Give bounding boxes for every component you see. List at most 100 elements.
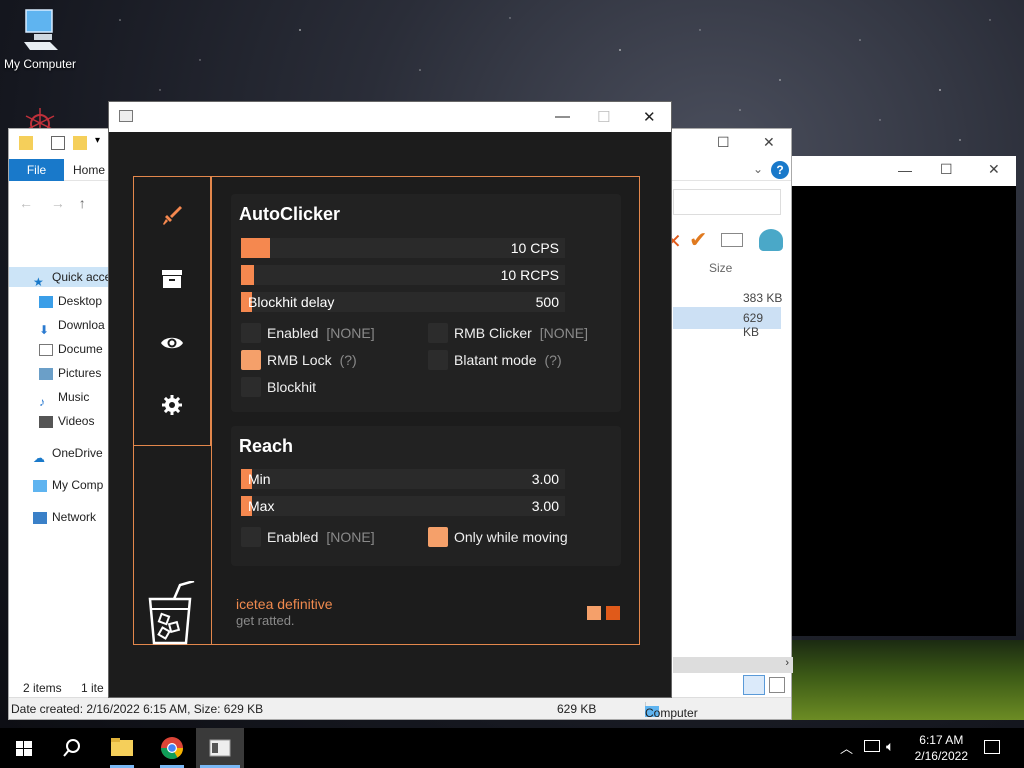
desktop-icon-label: My Computer [3, 57, 77, 71]
up-icon[interactable]: ↑ [79, 195, 86, 211]
minimize-icon[interactable]: — [898, 162, 912, 178]
properties-icon[interactable] [51, 136, 65, 150]
gear-icon[interactable] [160, 393, 184, 417]
close-icon[interactable]: ✕ [988, 161, 1000, 178]
chevron-down-icon[interactable]: ▾ [95, 135, 100, 146]
accent-swatch-dark[interactable] [606, 606, 620, 620]
nav-item-music[interactable]: ♪ Music [39, 387, 89, 409]
nav-item-downloads[interactable]: ⬇ Downloa [39, 315, 105, 337]
icetea-window: — ☐ ✕ AutoClicker 10 CPS 10 RCPS Blockhi… [108, 101, 672, 698]
checkbox-box[interactable] [241, 527, 261, 547]
search-icon [63, 739, 80, 757]
autoclicker-panel: AutoClicker 10 CPS 10 RCPS Blockhit dela… [231, 194, 621, 412]
shell-icon[interactable] [759, 229, 783, 251]
taskbar-file-explorer[interactable] [98, 728, 146, 768]
notifications-icon[interactable] [984, 740, 1000, 754]
tab-home[interactable]: Home [73, 159, 105, 181]
search-input[interactable] [673, 189, 781, 215]
close-icon[interactable]: ✕ [763, 134, 775, 151]
archive-icon[interactable] [160, 267, 184, 291]
keybind-label[interactable]: [NONE] [540, 325, 588, 341]
close-icon[interactable]: ✕ [643, 108, 656, 126]
music-icon: ♪ [39, 394, 45, 409]
checkbox-box[interactable] [428, 323, 448, 343]
accent-swatch-light[interactable] [587, 606, 601, 620]
chevron-right-icon[interactable]: › [785, 657, 789, 669]
taskbar-chrome[interactable] [148, 728, 196, 768]
sword-icon[interactable] [160, 203, 184, 227]
network-icon [33, 511, 47, 524]
desktop-icon [39, 295, 53, 308]
nav-item-desktop[interactable]: Desktop [39, 291, 102, 311]
cps-slider[interactable]: 10 CPS [241, 238, 565, 258]
option-label: Enabled [267, 325, 319, 341]
details-view-icon[interactable] [743, 675, 765, 695]
checkbox-box[interactable] [241, 377, 261, 397]
slider-value: 3.00 [531, 498, 559, 514]
desktop-icon-my-computer[interactable]: My Computer [2, 8, 78, 71]
forward-icon[interactable]: → [51, 195, 65, 211]
footer-title: icetea definitive [236, 596, 333, 612]
nav-item-quick-access[interactable]: ★ Quick acce [9, 267, 119, 289]
status-selected: 1 ite [81, 681, 104, 695]
keybind-label[interactable]: [NONE] [326, 529, 374, 545]
checkbox-box[interactable] [241, 323, 261, 343]
maximize-icon: ☐ [597, 109, 611, 126]
search-button[interactable] [48, 728, 96, 768]
blockhit-delay-slider[interactable]: Blockhit delay 500 [241, 292, 565, 312]
tab-file[interactable]: File [9, 159, 64, 181]
checkbox-box[interactable] [428, 527, 448, 547]
reach-max-slider[interactable]: Max 3.00 [241, 496, 565, 516]
column-size[interactable]: Size [709, 261, 732, 275]
minimize-icon[interactable]: — [555, 108, 570, 125]
folder-icon [19, 136, 33, 150]
horizontal-scrollbar[interactable]: › [673, 657, 793, 673]
nav-item-videos[interactable]: Videos [39, 411, 94, 431]
help-icon[interactable]: ? [771, 161, 789, 179]
slider-label: Min [248, 471, 271, 487]
new-folder-icon[interactable] [73, 136, 87, 150]
selected-row[interactable]: 629 KB [673, 307, 781, 339]
nav-item-network[interactable]: Network [33, 507, 96, 527]
clock[interactable]: 6:17 AM 2/16/2022 [915, 732, 968, 764]
maximize-icon[interactable]: ☐ [940, 161, 953, 178]
nav-item-documents[interactable]: Docume [39, 339, 103, 359]
file-size: 383 KB [743, 291, 783, 305]
help-hint[interactable]: (?) [545, 352, 562, 368]
volume-icon[interactable]: 🔈︎ [886, 738, 894, 755]
chevron-down-icon[interactable]: ⌄ [753, 162, 763, 176]
nav-item-pictures[interactable]: Pictures [39, 363, 101, 383]
checkbox-box[interactable] [428, 350, 448, 370]
nav-item-my-computer[interactable]: My Comp [33, 475, 103, 495]
clock-date: 2/16/2022 [914, 749, 968, 763]
slider-fill [241, 265, 254, 285]
reach-min-slider[interactable]: Min 3.00 [241, 469, 565, 489]
start-button[interactable] [0, 728, 48, 768]
keybind-label[interactable]: [NONE] [326, 325, 374, 341]
videos-icon [39, 415, 53, 428]
eye-icon[interactable] [160, 331, 184, 355]
status-items: 2 items [23, 681, 62, 695]
chevron-up-icon[interactable]: ︿ [840, 738, 853, 757]
large-icons-view-icon[interactable] [769, 677, 785, 693]
windows-icon [16, 741, 32, 756]
checkbox-box[interactable] [241, 350, 261, 370]
app-window-icon [119, 110, 133, 122]
download-icon: ⬇ [39, 322, 50, 337]
panel-title: Reach [239, 436, 294, 456]
back-icon[interactable]: ← [19, 195, 33, 211]
taskbar-icetea-app[interactable] [196, 728, 244, 768]
help-hint[interactable]: (?) [340, 352, 357, 368]
check-icon[interactable]: ✔ [689, 227, 707, 253]
rcps-slider[interactable]: 10 RCPS [241, 265, 565, 285]
sidebar [134, 177, 211, 446]
network-icon[interactable] [864, 740, 880, 752]
nav-item-onedrive[interactable]: ☁ OneDrive [33, 443, 103, 465]
slider-value: 500 [535, 294, 559, 310]
rename-icon[interactable] [721, 233, 743, 247]
status-size: 629 KB [557, 702, 597, 716]
pictures-icon [39, 367, 53, 380]
terminal-titlebar: — ☐ ✕ [792, 156, 1016, 186]
wallpaper-grass [780, 640, 1024, 720]
maximize-icon[interactable]: ☐ [717, 134, 730, 151]
